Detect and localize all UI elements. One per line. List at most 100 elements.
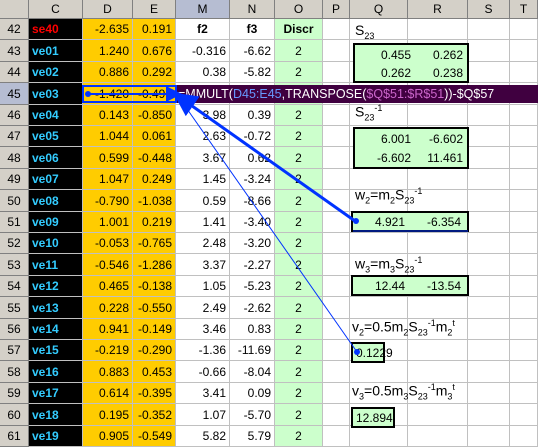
cell-s52[interactable] (468, 233, 510, 254)
cell-c49[interactable]: ve07 (29, 169, 83, 190)
cell-d57[interactable]: -0.219 (83, 340, 133, 361)
cell-m50[interactable]: 0.59 (176, 190, 230, 212)
w2-c2[interactable]: -6.354 (411, 215, 461, 229)
cell-e44[interactable]: 0.292 (133, 62, 176, 83)
cell-n58[interactable]: -8.04 (230, 361, 275, 383)
w3-vector[interactable]: 12.44 -13.54 (351, 275, 469, 296)
row-header-44[interactable]: 44 (0, 62, 29, 83)
cell-m55[interactable]: 2.49 (176, 297, 230, 319)
cell-n50[interactable]: -8.66 (230, 190, 275, 212)
cell-c60[interactable]: ve18 (29, 404, 83, 426)
cell-s59[interactable] (468, 383, 510, 404)
cell-s47[interactable] (468, 126, 510, 147)
s23inv-r2c1[interactable]: -6.602 (361, 151, 411, 165)
cell-p57[interactable] (323, 340, 350, 361)
cell-t52[interactable] (510, 233, 538, 254)
cell-d54[interactable]: 0.465 (83, 276, 133, 297)
cell-o55[interactable]: 2 (275, 297, 323, 319)
row-header-53[interactable]: 53 (0, 254, 29, 276)
cell-r52[interactable] (408, 233, 468, 254)
cell-o57[interactable]: 2 (275, 340, 323, 361)
row-header-55[interactable]: 55 (0, 297, 29, 319)
cell-n51[interactable]: -3.40 (230, 212, 275, 233)
cell-n43[interactable]: -6.62 (230, 40, 275, 62)
cell-m48[interactable]: 3.67 (176, 147, 230, 169)
cell-d51[interactable]: 1.001 (83, 212, 133, 233)
cell-t58[interactable] (510, 361, 538, 383)
cell-p59[interactable] (323, 383, 350, 404)
cell-n46[interactable]: 0.39 (230, 105, 275, 126)
column-header-o[interactable]: O (275, 0, 323, 19)
s23-r2c2[interactable]: 0.238 (413, 66, 463, 80)
cell-o50[interactable]: 2 (275, 190, 323, 212)
select-all-corner[interactable] (0, 0, 29, 19)
cell-p46[interactable] (323, 105, 350, 126)
column-header-s[interactable]: S (468, 0, 510, 19)
cell-p56[interactable] (323, 319, 350, 340)
cell-t48[interactable] (510, 147, 538, 169)
cell-d46[interactable]: 0.143 (83, 105, 133, 126)
cell-p49[interactable] (323, 169, 350, 190)
cell-r60[interactable] (408, 404, 468, 426)
cell-m47[interactable]: 2.63 (176, 126, 230, 147)
cell-t55[interactable] (510, 297, 538, 319)
cell-e47[interactable]: 0.061 (133, 126, 176, 147)
cell-c43[interactable]: ve01 (29, 40, 83, 62)
cell-q55[interactable] (350, 297, 408, 319)
cell-e54[interactable]: -0.138 (133, 276, 176, 297)
cell-c55[interactable]: ve13 (29, 297, 83, 319)
cell-p44[interactable] (323, 62, 350, 83)
cell-m53[interactable]: 3.37 (176, 254, 230, 276)
cell-m43[interactable]: -0.316 (176, 40, 230, 62)
row-header-48[interactable]: 48 (0, 147, 29, 169)
cell-d42[interactable]: -2.635 (83, 19, 133, 40)
cell-r61[interactable] (408, 426, 468, 447)
cell-e56[interactable]: -0.149 (133, 319, 176, 340)
cell-c48[interactable]: ve06 (29, 147, 83, 169)
cell-e60[interactable]: -0.352 (133, 404, 176, 426)
cell-c42[interactable]: se40 (29, 19, 83, 40)
cell-r57[interactable] (408, 340, 468, 361)
cell-n44[interactable]: -5.82 (230, 62, 275, 83)
cell-e49[interactable]: 0.249 (133, 169, 176, 190)
cell-p50[interactable] (323, 190, 350, 212)
cell-e50[interactable]: -1.038 (133, 190, 176, 212)
cell-t60[interactable] (510, 404, 538, 426)
cell-c61[interactable]: ve19 (29, 426, 83, 447)
row-header-57[interactable]: 57 (0, 340, 29, 361)
cell-m46[interactable]: 3.98 (176, 105, 230, 126)
cell-d56[interactable]: 0.941 (83, 319, 133, 340)
cell-s49[interactable] (468, 169, 510, 190)
cell-n48[interactable]: 0.62 (230, 147, 275, 169)
cell-t56[interactable] (510, 319, 538, 340)
row-header-56[interactable]: 56 (0, 319, 29, 340)
cell-t53[interactable] (510, 254, 538, 276)
cell-s61[interactable] (468, 426, 510, 447)
cell-p47[interactable] (323, 126, 350, 147)
w2-c1[interactable]: 4.921 (355, 215, 405, 229)
s23-inverse-matrix[interactable]: 6.001 -6.602 -6.602 11.461 (353, 127, 469, 169)
row-header-58[interactable]: 58 (0, 361, 29, 383)
cell-d50[interactable]: -0.790 (83, 190, 133, 212)
cell-n47[interactable]: -0.72 (230, 126, 275, 147)
column-header-r[interactable]: R (408, 0, 468, 19)
cell-t57[interactable] (510, 340, 538, 361)
row-header-51[interactable]: 51 (0, 212, 29, 233)
column-header-t[interactable]: T (510, 0, 538, 19)
cell-c57[interactable]: ve15 (29, 340, 83, 361)
cell-d45[interactable]: -1.420 (83, 83, 133, 105)
cell-m56[interactable]: 3.46 (176, 319, 230, 340)
cell-t61[interactable] (510, 426, 538, 447)
cell-r55[interactable] (408, 297, 468, 319)
row-header-45[interactable]: 45 (0, 83, 29, 105)
cell-c58[interactable]: ve16 (29, 361, 83, 383)
cell-o51[interactable]: 2 (275, 212, 323, 233)
s23-r1c2[interactable]: 0.262 (413, 48, 463, 62)
cell-o46[interactable]: 2 (275, 105, 323, 126)
cell-e55[interactable]: -0.550 (133, 297, 176, 319)
s23inv-r1c1[interactable]: 6.001 (361, 132, 411, 146)
cell-t49[interactable] (510, 169, 538, 190)
cell-c51[interactable]: ve09 (29, 212, 83, 233)
cell-s43[interactable] (468, 40, 510, 62)
cell-o43[interactable]: 2 (275, 40, 323, 62)
